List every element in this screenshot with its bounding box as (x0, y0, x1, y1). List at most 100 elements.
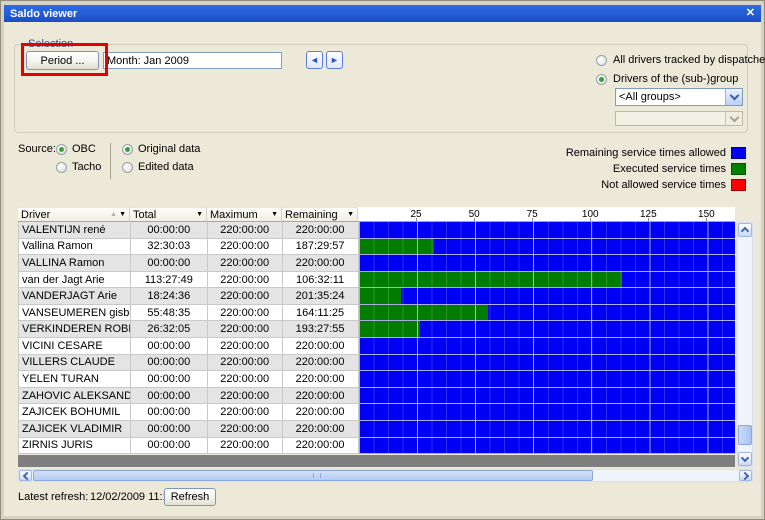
previous-month-button[interactable]: ◄ (306, 51, 323, 69)
table-row[interactable]: Vallina Ramon32:30:03220:00:00187:29:57 (19, 239, 735, 256)
table-row[interactable]: ZAHOVIC ALEKSANDER00:00:00220:00:00220:0… (19, 388, 735, 405)
chart-grid (359, 404, 735, 420)
radio-tacho-label: Tacho (72, 161, 101, 173)
cell-total: 00:00:00 (131, 255, 208, 272)
column-header-maximum[interactable]: Maximum ▼ (207, 207, 282, 222)
table-row[interactable]: VANDERJAGT Arie18:24:36220:00:00201:35:2… (19, 288, 735, 305)
executed-time-bar (359, 272, 623, 288)
table-row[interactable]: VERKINDEREN ROBERT26:32:05220:00:00193:2… (19, 321, 735, 338)
scroll-up-button[interactable] (738, 223, 752, 237)
filter-dropdown-icon[interactable]: ▼ (196, 211, 203, 218)
table-empty-area (18, 455, 735, 467)
cell-total: 00:00:00 (131, 421, 208, 438)
column-header-remaining[interactable]: Remaining ▼ (282, 207, 358, 222)
chart-grid (359, 338, 735, 354)
vertical-scrollbar-thumb[interactable] (738, 425, 752, 445)
chevron-right-icon (740, 471, 748, 479)
table-row[interactable]: VANSEUMEREN gisbert55:48:35220:00:00164:… (19, 305, 735, 322)
service-time-bar-cell (359, 288, 735, 305)
cell-total: 00:00:00 (131, 404, 208, 421)
cell-maximum: 220:00:00 (208, 338, 283, 355)
chevron-down-icon (741, 454, 749, 462)
cell-total: 00:00:00 (131, 371, 208, 388)
source-label: Source: (18, 143, 56, 155)
radio-edited-data[interactable] (122, 162, 133, 173)
scroll-left-button[interactable] (19, 470, 32, 481)
radio-tacho[interactable] (56, 162, 67, 173)
chart-grid (359, 421, 735, 437)
cell-total: 00:00:00 (131, 338, 208, 355)
period-button[interactable]: Period ... (26, 51, 99, 70)
cell-maximum: 220:00:00 (208, 438, 283, 455)
cell-driver: VANDERJAGT Arie (19, 288, 131, 305)
service-time-bar-cell (359, 338, 735, 355)
group-select[interactable]: <All groups> (615, 88, 743, 106)
radio-subgroup-label: Drivers of the (sub-)group (613, 73, 738, 85)
radio-all-drivers[interactable] (596, 55, 607, 66)
cell-maximum: 220:00:00 (208, 222, 283, 239)
cell-total: 32:30:03 (131, 239, 208, 256)
axis-tick-mark (648, 218, 649, 221)
cell-driver: VICINI CESARE (19, 338, 131, 355)
refresh-button[interactable]: Refresh (164, 488, 216, 506)
horizontal-scrollbar-thumb[interactable] (33, 470, 593, 481)
service-time-bar-cell (359, 305, 735, 322)
titlebar[interactable]: Saldo viewer ✕ (4, 5, 761, 22)
cell-total: 00:00:00 (131, 222, 208, 239)
cell-remaining: 220:00:00 (283, 438, 359, 455)
table-row[interactable]: VICINI CESARE00:00:00220:00:00220:00:00 (19, 338, 735, 355)
legend-notallowed-swatch (731, 179, 746, 191)
radio-obc[interactable] (56, 144, 67, 155)
radio-subgroup[interactable] (596, 74, 607, 85)
service-time-bar-cell (359, 222, 735, 239)
vertical-scrollbar[interactable] (737, 222, 753, 467)
legend-label: Not allowed service times (601, 179, 726, 191)
scroll-down-button[interactable] (738, 452, 752, 466)
table-header: Driver ▲ ▼ Total ▼ Maximum ▼ Remaining ▼ (18, 207, 358, 222)
table-row[interactable]: VALENTIJN rené00:00:00220:00:00220:00:00 (19, 222, 735, 239)
radio-original-data[interactable] (122, 144, 133, 155)
filter-dropdown-icon[interactable]: ▼ (347, 211, 354, 218)
cell-maximum: 220:00:00 (208, 355, 283, 372)
table-row[interactable]: ZAJICEK VLADIMIR00:00:00220:00:00220:00:… (19, 421, 735, 438)
month-field-value: Month: Jan 2009 (107, 55, 189, 67)
cell-total: 26:32:05 (131, 321, 208, 338)
chart-grid (359, 255, 735, 271)
cell-remaining: 201:35:24 (283, 288, 359, 305)
cell-driver: VILLERS CLAUDE (19, 355, 131, 372)
next-month-icon: ► (330, 55, 339, 65)
table-row[interactable]: VILLERS CLAUDE00:00:00220:00:00220:00:00 (19, 355, 735, 372)
scroll-right-button[interactable] (739, 470, 752, 481)
column-header-driver[interactable]: Driver ▲ ▼ (18, 207, 130, 222)
cell-remaining: 220:00:00 (283, 355, 359, 372)
executed-time-bar (359, 288, 402, 304)
cell-remaining: 187:29:57 (283, 239, 359, 256)
column-header-total[interactable]: Total ▼ (130, 207, 207, 222)
cell-remaining: 193:27:55 (283, 321, 359, 338)
close-icon[interactable]: ✕ (746, 6, 755, 19)
column-label: Remaining (285, 209, 338, 221)
next-month-button[interactable]: ► (326, 51, 343, 69)
filter-dropdown-icon[interactable]: ▼ (271, 211, 278, 218)
month-field[interactable]: Month: Jan 2009 (103, 52, 282, 69)
cell-maximum: 220:00:00 (208, 305, 283, 322)
table-row[interactable]: ZAJICEK BOHUMIL00:00:00220:00:00220:00:0… (19, 404, 735, 421)
table-row[interactable]: VALLINA Ramon00:00:00220:00:00220:00:00 (19, 255, 735, 272)
horizontal-scrollbar[interactable] (18, 469, 753, 482)
cell-total: 00:00:00 (131, 438, 208, 455)
table-row[interactable]: van der Jagt Arie113:27:49220:00:00106:3… (19, 272, 735, 289)
radio-obc-label: OBC (72, 143, 96, 155)
cell-driver: VALLINA Ramon (19, 255, 131, 272)
filter-dropdown-icon[interactable]: ▼ (119, 211, 126, 218)
column-label: Driver (21, 209, 50, 221)
table-row[interactable]: ZIRNIS JURIS00:00:00220:00:00220:00:00 (19, 438, 735, 455)
chevron-down-icon[interactable] (725, 89, 742, 105)
cell-remaining: 220:00:00 (283, 371, 359, 388)
legend-executed-swatch (731, 163, 746, 175)
cell-remaining: 220:00:00 (283, 255, 359, 272)
cell-driver: YELEN TURAN (19, 371, 131, 388)
cell-total: 18:24:36 (131, 288, 208, 305)
chart-grid (359, 438, 735, 454)
table-row[interactable]: YELEN TURAN00:00:00220:00:00220:00:00 (19, 371, 735, 388)
axis-tick-mark (474, 218, 475, 221)
